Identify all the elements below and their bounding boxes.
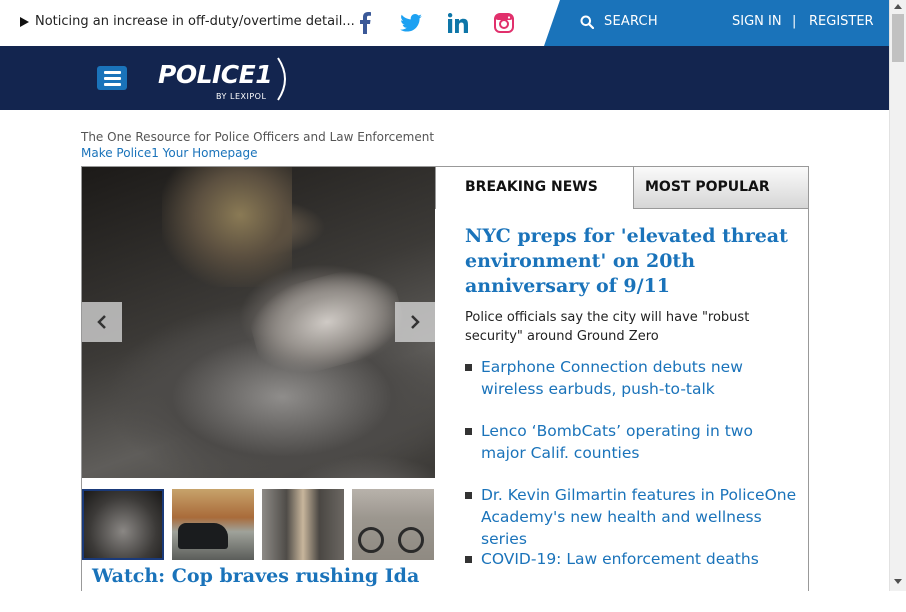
- search-label: SEARCH: [604, 14, 658, 29]
- site-tagline: The One Resource for Police Officers and…: [81, 130, 435, 144]
- news-item-link[interactable]: Lenco ‘BombCats’ operating in two major …: [481, 422, 753, 462]
- carousel-next-button[interactable]: [395, 302, 435, 342]
- play-icon[interactable]: [20, 16, 29, 27]
- search-icon: [580, 15, 594, 29]
- main-story-summary: Police officials say the city will have …: [465, 310, 750, 344]
- bullet-icon: [465, 364, 472, 371]
- main-story-headline[interactable]: NYC preps for 'elevated threat environme…: [465, 224, 795, 299]
- logo-arc-icon: [277, 57, 286, 101]
- news-ticker[interactable]: Noticing an increase in off-duty/overtim…: [20, 14, 355, 29]
- header-separator: |: [792, 14, 797, 29]
- page-scrollbar[interactable]: [889, 0, 906, 591]
- carousel-thumbnail[interactable]: [82, 489, 164, 560]
- scrollbar-thumb[interactable]: [892, 14, 904, 62]
- list-item[interactable]: Lenco ‘BombCats’ operating in two major …: [465, 420, 800, 484]
- twitter-icon[interactable]: [398, 10, 424, 36]
- logo-title: POLICE1: [158, 60, 273, 89]
- bullet-icon: [465, 492, 472, 499]
- tab-breaking-label: BREAKING NEWS: [465, 179, 598, 195]
- menu-icon[interactable]: [97, 66, 127, 90]
- tab-most-popular[interactable]: MOST POPULAR: [633, 167, 808, 209]
- linkedin-icon[interactable]: [445, 10, 471, 36]
- carousel-thumbnail[interactable]: [352, 489, 434, 560]
- instagram-icon[interactable]: [491, 10, 517, 36]
- list-item[interactable]: COVID-19: Law enforcement deaths: [465, 548, 800, 612]
- chevron-left-icon: [97, 315, 106, 329]
- list-item[interactable]: Dr. Kevin Gilmartin features in PoliceOn…: [465, 484, 800, 548]
- make-homepage-link[interactable]: Make Police1 Your Homepage: [81, 146, 258, 160]
- police1-logo[interactable]: POLICE1 BY LEXIPOL: [158, 57, 298, 104]
- carousel-prev-button[interactable]: [82, 302, 122, 342]
- carousel-thumbnail[interactable]: [262, 489, 344, 560]
- tab-breaking-news[interactable]: BREAKING NEWS: [435, 167, 633, 209]
- ticker-text[interactable]: Noticing an increase in off-duty/overtim…: [35, 14, 355, 29]
- scroll-up-icon[interactable]: [894, 4, 902, 9]
- search-button[interactable]: SEARCH: [580, 14, 658, 29]
- news-item-link[interactable]: Earphone Connection debuts new wireless …: [481, 358, 743, 398]
- hero-image[interactable]: [82, 167, 435, 478]
- scroll-down-icon[interactable]: [894, 579, 902, 584]
- carousel-thumbnails: [82, 489, 435, 560]
- bullet-icon: [465, 428, 472, 435]
- tab-popular-label: MOST POPULAR: [645, 179, 770, 195]
- chevron-right-icon: [411, 315, 420, 329]
- logo-subtitle: BY LEXIPOL: [216, 92, 267, 101]
- carousel-thumbnail[interactable]: [172, 489, 254, 560]
- hero-caption-link[interactable]: Watch: Cop braves rushing Ida: [92, 565, 419, 587]
- breaking-news-list: Earphone Connection debuts new wireless …: [465, 356, 800, 612]
- news-item-link[interactable]: COVID-19: Law enforcement deaths: [481, 550, 759, 568]
- sign-in-link[interactable]: SIGN IN: [732, 14, 782, 29]
- register-link[interactable]: REGISTER: [809, 14, 874, 29]
- main-navbar: [0, 46, 889, 110]
- news-item-link[interactable]: Dr. Kevin Gilmartin features in PoliceOn…: [481, 486, 796, 548]
- facebook-icon[interactable]: [352, 10, 378, 36]
- list-item[interactable]: Earphone Connection debuts new wireless …: [465, 356, 800, 420]
- bullet-icon: [465, 556, 472, 563]
